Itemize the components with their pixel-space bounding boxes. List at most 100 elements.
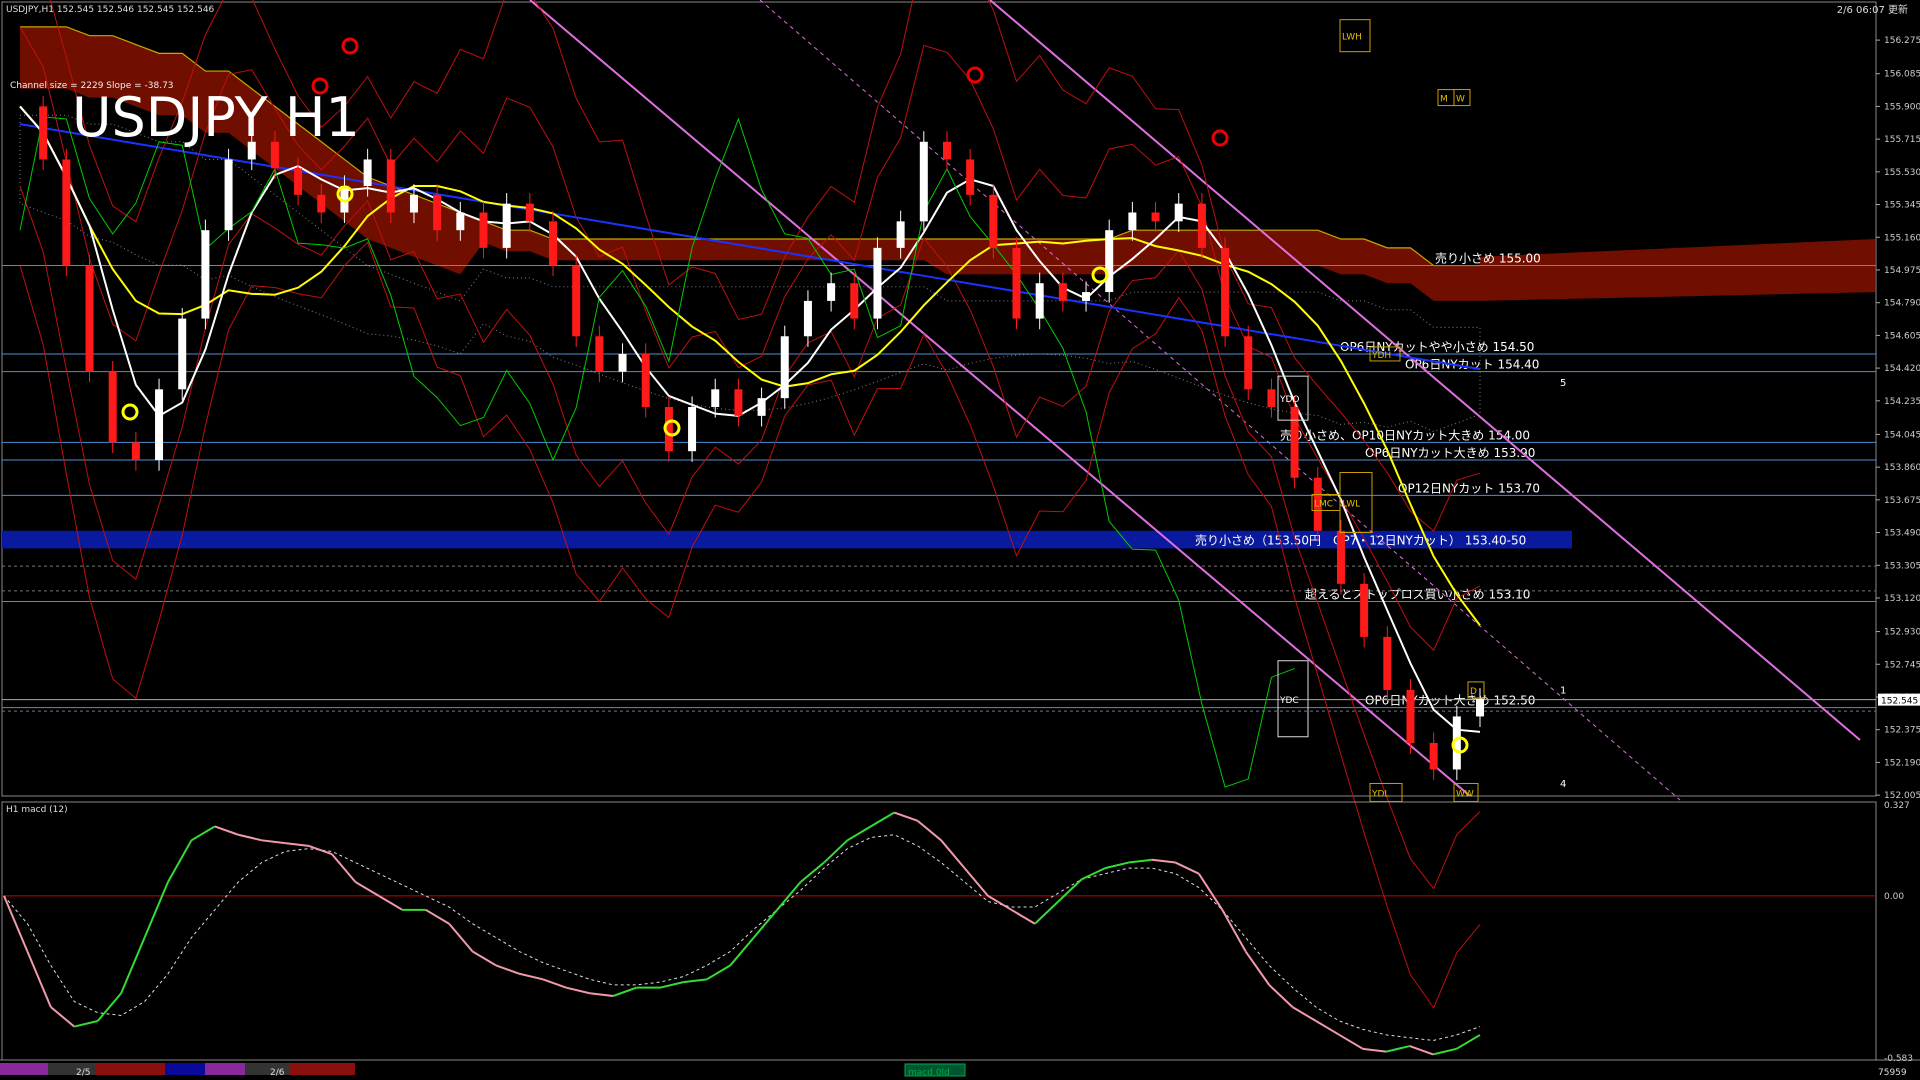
macd-tick-label: -0.583 (1884, 1054, 1913, 1064)
candle-body (618, 353, 627, 372)
y-tick-label: 154.790 (1884, 299, 1920, 309)
y-tick-label: 153.675 (1884, 496, 1920, 506)
time-right-value: 75959 (1878, 1068, 1907, 1078)
candle-body (1174, 203, 1183, 222)
candle-body (317, 194, 326, 213)
marker-label: LMC (1314, 499, 1333, 509)
candle-body (39, 106, 48, 160)
candle-body (711, 389, 720, 407)
marker-label: W (1456, 95, 1465, 105)
candle-body (1244, 336, 1253, 390)
candle-body (989, 194, 998, 248)
candle-body (1082, 292, 1091, 301)
candle-body (479, 212, 488, 248)
y-tick-label: 154.235 (1884, 397, 1920, 407)
candle-body (1221, 247, 1230, 337)
candle-body (1267, 389, 1276, 407)
sell-band-label: 売り小さめ（153.50円 OP7・12日NYカット） 153.40-50 (1195, 533, 1526, 548)
marker-label: LWL (1342, 499, 1360, 509)
candle-body (386, 159, 395, 213)
level-label: OP6日NYカット大きめ 152.50 (1365, 694, 1535, 708)
candle-body (178, 318, 187, 390)
candle-body (1360, 583, 1369, 637)
level-label: 売り小さめ、OP10日NYカット大きめ 154.00 (1280, 427, 1530, 442)
y-tick-label: 154.605 (1884, 331, 1920, 341)
macd-tick-label: 0.327 (1884, 801, 1910, 811)
session-bar-3 (165, 1063, 205, 1075)
candle-body (641, 353, 650, 407)
y-tick-label: 154.420 (1884, 364, 1920, 374)
candle-body (85, 265, 94, 372)
wave-label: 5 (1560, 378, 1566, 389)
wave-label: 1 (1560, 685, 1566, 696)
y-tick-label: 156.085 (1884, 70, 1920, 80)
marker-label: YDL (1371, 789, 1389, 799)
timestamp: 2/6 06:07 更新 (1837, 3, 1908, 16)
marker-label: YDO (1279, 395, 1300, 405)
macd-label: H1 macd (12) (6, 805, 68, 815)
candle-body (1012, 247, 1021, 319)
candle-body (1197, 203, 1206, 248)
symbol-header: USDJPY,H1 152.545 152.546 152.545 152.54… (6, 5, 215, 15)
candle-body (62, 159, 71, 266)
candle-body (1336, 530, 1345, 584)
y-tick-label: 155.160 (1884, 233, 1920, 243)
candle-body (433, 194, 442, 231)
marker-label: YDH (1371, 351, 1391, 361)
candle-body (942, 141, 951, 160)
session-bar-6 (290, 1063, 355, 1075)
marker-label: WW (1456, 789, 1474, 799)
candle-body (572, 265, 581, 337)
session-bar-2 (95, 1063, 165, 1075)
candle-body (224, 159, 233, 231)
y-tick-label: 156.275 (1884, 36, 1920, 46)
candle-body (409, 194, 418, 213)
macd-bottom-label: macd 0ld (908, 1068, 950, 1078)
candle-body (1058, 283, 1067, 301)
current-price-label: 152.545 (1881, 697, 1918, 707)
candle-body (456, 212, 465, 231)
y-tick-label: 152.190 (1884, 758, 1920, 768)
candle-body (757, 398, 766, 416)
session-bar-0 (0, 1063, 48, 1075)
marker-label: LWH (1342, 33, 1362, 43)
marker-label: D (1470, 687, 1477, 697)
candle-body (502, 203, 511, 248)
session-bar-4 (205, 1063, 245, 1075)
candle-body (827, 283, 836, 301)
level-label: OP12日NYカット 153.70 (1398, 481, 1540, 495)
candle-body (780, 336, 789, 399)
wave-label: 4 (1560, 779, 1566, 790)
y-tick-label: 153.860 (1884, 463, 1920, 473)
candle-body (688, 407, 697, 452)
candle-body (155, 389, 164, 461)
y-tick-label: 154.045 (1884, 430, 1920, 440)
y-tick-label: 152.005 (1884, 791, 1920, 801)
y-tick-label: 153.120 (1884, 594, 1920, 604)
candle-body (549, 221, 558, 266)
candle-body (1383, 636, 1392, 690)
candle-body (803, 300, 812, 337)
candle-body (919, 141, 928, 222)
y-tick-label: 153.490 (1884, 529, 1920, 539)
chart-title: USDJPY H1 (72, 86, 360, 149)
candle-body (873, 247, 882, 319)
level-label: OP6日NYカットやや小さめ 154.50 (1340, 340, 1534, 354)
candle-body (1035, 283, 1044, 319)
marker-label: YDC (1279, 696, 1299, 706)
candle-body (525, 203, 534, 222)
candle-body (1290, 407, 1299, 478)
candle-body (1105, 230, 1114, 293)
candle-body (966, 159, 975, 195)
y-tick-label: 153.305 (1884, 561, 1920, 571)
marker-label: M (1440, 95, 1448, 105)
candle-body (1429, 742, 1438, 770)
y-tick-label: 155.530 (1884, 168, 1920, 178)
y-tick-label: 152.930 (1884, 628, 1920, 638)
y-tick-label: 152.375 (1884, 726, 1920, 736)
time-label-1: 2/5 (76, 1068, 90, 1078)
candle-body (1476, 698, 1484, 717)
y-tick-label: 155.900 (1884, 102, 1920, 112)
candle-body (363, 159, 372, 186)
level-label: 売り小さめ 155.00 (1435, 251, 1541, 266)
